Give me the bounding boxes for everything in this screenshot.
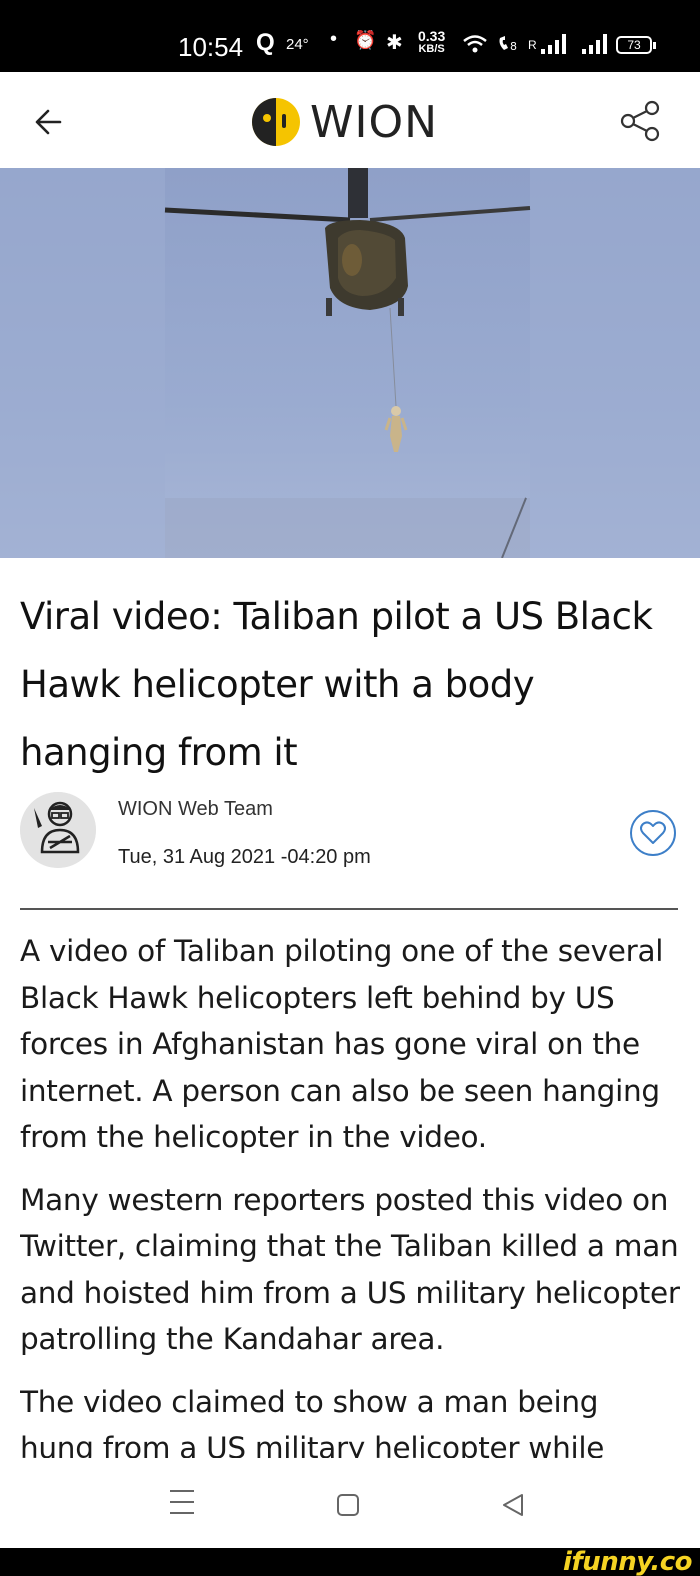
wion-logo[interactable]: WION <box>250 94 438 150</box>
heart-icon[interactable] <box>628 808 678 858</box>
home-icon[interactable] <box>337 1494 359 1516</box>
alarm-icon: ⏰ <box>354 30 377 50</box>
share-icon[interactable] <box>618 98 664 144</box>
net-speed-unit: KB/S <box>418 43 445 55</box>
status-dot: • <box>330 28 338 50</box>
battery-icon: 73 <box>616 36 656 54</box>
article-byline: WION Web Team Tue, 31 Aug 2021 -04:20 pm <box>0 790 700 880</box>
article-paragraph-2: Many western reporters posted this video… <box>20 1182 680 1357</box>
helicopter-photo <box>0 168 700 558</box>
arrow-left-icon[interactable] <box>30 102 70 142</box>
author-name[interactable]: WION Web Team <box>118 798 273 821</box>
roaming-label: R <box>528 38 537 52</box>
signal-icon <box>541 34 566 54</box>
app-header: WION <box>0 72 700 168</box>
wion-logo-icon <box>252 98 300 146</box>
ifunny-watermark: ifunny.co <box>563 1547 692 1576</box>
system-nav-bar <box>0 1460 700 1548</box>
recent-apps-icon[interactable] <box>170 1490 194 1516</box>
author-avatar <box>20 792 96 868</box>
article-headline: Viral video: Taliban pilot a US Black Ha… <box>20 595 653 774</box>
net-speed-value: 0.33 <box>418 28 446 44</box>
article-hero-image <box>0 168 700 558</box>
signal-icon-2 <box>582 34 607 54</box>
article-body: A video of Taliban piloting one of the s… <box>20 928 680 1458</box>
logo-text: WION <box>310 96 439 148</box>
volte-icon: 8 <box>499 36 517 53</box>
wifi-icon <box>463 35 487 53</box>
author-avatar-icon <box>20 792 96 868</box>
back-triangle-icon[interactable] <box>500 1492 526 1518</box>
status-temperature: 24° <box>286 36 309 53</box>
svg-text:8: 8 <box>510 40 517 53</box>
article-paragraph-1: A video of Taliban piloting one of the s… <box>20 934 664 1154</box>
bluetooth-icon: ✱ <box>386 32 403 54</box>
net-speed: 0.33 KB/S <box>418 28 446 56</box>
status-bar: 10:54 Q 24° • ⏰ ✱ 0.33 KB/S 8 R 73 <box>0 0 700 72</box>
article-paragraph-3: The video claimed to show a man being hu… <box>20 1384 605 1459</box>
status-time: 10:54 <box>178 32 244 62</box>
search-icon: Q <box>256 29 275 56</box>
publish-date: Tue, 31 Aug 2021 -04:20 pm <box>118 846 371 868</box>
divider <box>20 908 678 910</box>
